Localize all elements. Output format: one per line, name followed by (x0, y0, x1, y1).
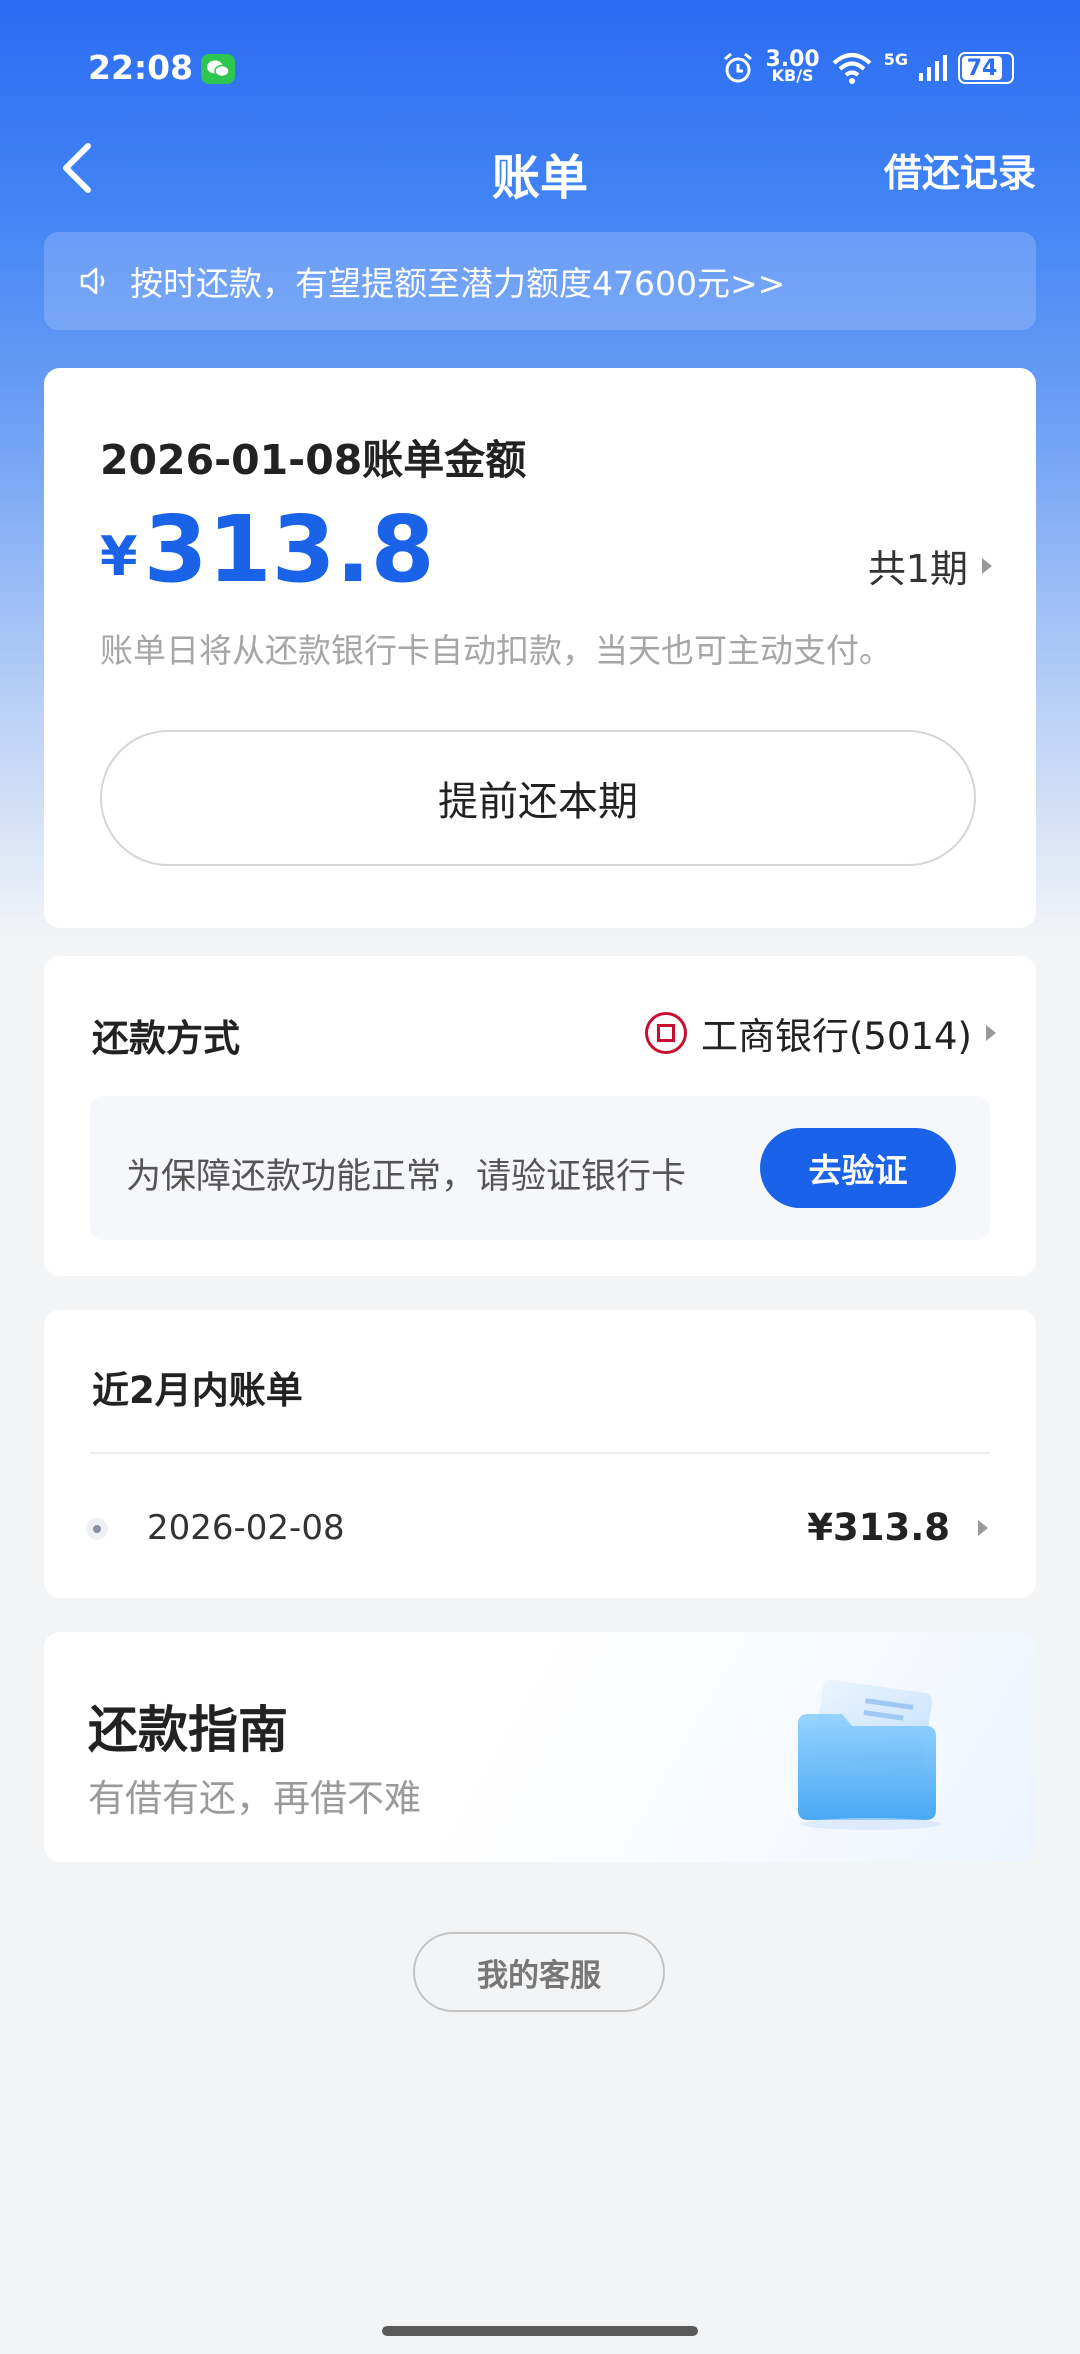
currency-symbol: ¥ (100, 525, 138, 588)
wifi-icon (832, 53, 872, 84)
guide-subtitle: 有借有还，再借不难 (88, 1777, 421, 1820)
amount-value: 313.8 (143, 496, 435, 603)
notice-text: 按时还款，有望提额至潜力额度47600元>> (130, 264, 786, 303)
icbc-bank-icon (644, 1012, 687, 1054)
periods-label: 共1期 (867, 547, 968, 591)
speed-unit: KB/S (771, 66, 814, 85)
battery-icon: 74 (958, 52, 1014, 84)
divider (90, 1452, 990, 1454)
bill-date: 2026-02-08 (147, 1508, 345, 1548)
bill-title: 2026-01-08账单金额 (100, 436, 527, 484)
repayment-guide-card[interactable]: 还款指南 有借有还，再借不难 (44, 1632, 1036, 1862)
chevron-right-icon (978, 1520, 988, 1536)
network-type: 5G (883, 50, 908, 69)
guide-title: 还款指南 (88, 1701, 288, 1759)
bank-card-selector[interactable]: 工商银行(5014) (644, 1006, 996, 1060)
speaker-icon (80, 267, 105, 295)
auto-debit-note: 账单日将从还款银行卡自动扣款，当天也可主动支付。 (100, 631, 892, 670)
chevron-right-icon (982, 557, 992, 574)
network-speed: 3.00 KB/S (765, 49, 819, 85)
chevron-right-icon (986, 1025, 996, 1041)
prepay-current-period-button[interactable]: 提前还本期 (100, 730, 976, 866)
timeline-dot-icon (86, 1518, 108, 1540)
bill-amount: ¥313.8 (807, 1506, 950, 1549)
verify-prompt-text: 为保障还款功能正常，请验证银行卡 (126, 1157, 687, 1197)
wechat-notification-icon (201, 54, 235, 84)
borrow-repay-history-link[interactable]: 借还记录 (884, 142, 1036, 197)
bank-name: 工商银行(5014) (700, 1015, 972, 1058)
home-indicator[interactable] (382, 2326, 698, 2336)
verify-button[interactable]: 去验证 (760, 1128, 956, 1208)
verify-card-prompt: 为保障还款功能正常，请验证银行卡 去验证 (90, 1096, 990, 1240)
folder-icon (798, 1679, 941, 1830)
alarm-icon (724, 52, 753, 83)
list-item[interactable]: 2026-02-08 ¥313.8 (44, 1458, 1036, 1598)
recent-bills-title: 近2月内账单 (92, 1369, 303, 1412)
bill-amount-card: 2026-01-08账单金额 ¥313.8 共1期 账单日将从还款银行卡自动扣款… (44, 368, 1036, 928)
credit-notice-banner[interactable]: 按时还款，有望提额至潜力额度47600元>> (44, 232, 1036, 330)
nav-header: 账单 借还记录 (0, 120, 1080, 210)
battery-level: 74 (966, 55, 998, 81)
recent-bills-card: 近2月内账单 2026-02-08 ¥313.8 (44, 1310, 1036, 1598)
status-time: 22:08 (88, 48, 194, 87)
status-bar: 22:08 3.00 KB/S 5G 74 (0, 0, 1080, 130)
status-indicators: 3.00 KB/S 5G 74 (721, 46, 1014, 90)
repayment-method-label: 还款方式 (92, 1017, 240, 1060)
installment-periods-link[interactable]: 共1期 (868, 538, 992, 593)
repayment-method-card: 还款方式 工商银行(5014) 为保障还款功能正常，请验证银行卡 去验证 (44, 956, 1036, 1276)
bill-amount: ¥313.8 (100, 496, 435, 603)
customer-service-button[interactable]: 我的客服 (413, 1932, 665, 2012)
signal-icon (919, 55, 947, 81)
